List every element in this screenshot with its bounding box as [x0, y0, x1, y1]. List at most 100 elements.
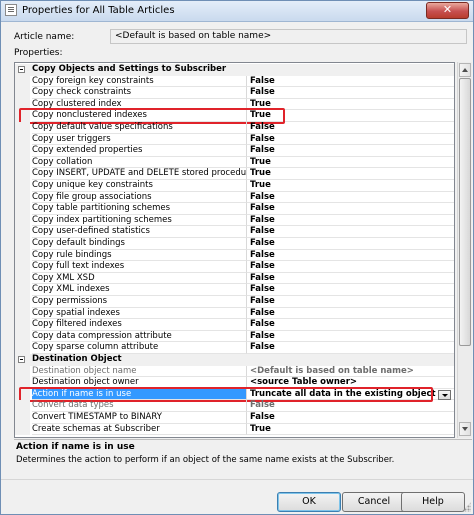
property-value[interactable]: False [247, 261, 454, 273]
property-value[interactable]: False [247, 238, 454, 250]
property-row[interactable]: Copy XML indexes False [15, 284, 454, 296]
article-name-field[interactable]: <Default is based on table name> [110, 29, 467, 44]
ok-button[interactable]: OK [277, 492, 341, 512]
property-name[interactable]: Copy rule bindings [32, 249, 247, 262]
property-row[interactable]: Copy sparse column attribute False [15, 342, 454, 354]
close-button[interactable]: ✕ [426, 2, 469, 19]
property-row[interactable]: Copy full text indexes False [15, 261, 454, 273]
property-row[interactable]: Copy file group associations False [15, 191, 454, 204]
property-value[interactable]: False [247, 122, 454, 134]
property-name[interactable]: Copy collation [32, 156, 247, 169]
property-name[interactable]: Copy foreign key constraints [32, 75, 247, 88]
property-value[interactable]: False [247, 319, 454, 331]
property-name[interactable]: Copy permissions [32, 296, 247, 308]
property-row[interactable]: Create schemas at Subscriber True [15, 423, 454, 436]
help-button[interactable]: Help [401, 492, 465, 512]
row-margin [15, 272, 30, 285]
property-value[interactable]: False [247, 76, 454, 88]
property-name[interactable]: Copy extended properties [32, 145, 247, 157]
property-value[interactable]: False [247, 226, 454, 238]
scroll-thumb[interactable] [459, 78, 471, 346]
scroll-up-arrow-icon[interactable] [459, 63, 471, 77]
property-name[interactable]: Copy INSERT, UPDATE and DELETE stored pr… [32, 168, 247, 180]
property-value[interactable]: False [247, 134, 454, 146]
property-value[interactable]: False [247, 250, 454, 262]
property-row[interactable]: Copy unique key constraints True [15, 180, 454, 192]
property-name[interactable]: Copy unique key constraints [32, 180, 247, 192]
property-name[interactable]: Convert TIMESTAMP to BINARY [32, 412, 247, 424]
property-value[interactable]: False [247, 203, 454, 215]
property-row[interactable]: Copy user triggers False [15, 133, 454, 146]
property-row[interactable]: Copy check constraints False [15, 87, 454, 99]
row-margin [15, 203, 30, 215]
property-name[interactable]: Copy index partitioning schemes [32, 214, 247, 227]
property-row[interactable]: Copy foreign key constraints False [15, 75, 454, 88]
property-row[interactable]: Copy user-defined statistics False [15, 226, 454, 238]
collapse-icon[interactable] [18, 356, 25, 363]
property-row[interactable]: Copy permissions False [15, 296, 454, 308]
property-row[interactable]: Copy collation True [15, 156, 454, 169]
property-value[interactable]: False [247, 296, 454, 308]
title-bar[interactable]: Properties for All Table Articles ✕ [1, 1, 473, 22]
property-value[interactable]: False [247, 308, 454, 320]
property-row[interactable]: Copy XML XSD False [15, 272, 454, 285]
property-name[interactable]: Copy full text indexes [32, 261, 247, 273]
property-value[interactable]: False [247, 215, 454, 227]
property-row[interactable]: Destination object name <Default is based… [15, 365, 454, 378]
property-row[interactable]: Copy table partitioning schemes False [15, 203, 454, 215]
category-row[interactable]: Copy Objects and Settings to Subscriber [15, 64, 454, 76]
property-grid[interactable]: Copy Objects and Settings to Subscriber C… [14, 62, 455, 438]
property-name[interactable]: Destination object name [32, 365, 247, 378]
property-value[interactable]: True [247, 157, 454, 169]
property-row[interactable]: Convert data types False [15, 400, 454, 412]
property-value[interactable]: False [247, 273, 454, 285]
property-value[interactable]: True [247, 168, 454, 180]
property-row[interactable]: Copy data compression attribute False [15, 330, 454, 343]
property-name[interactable]: Copy spatial indexes [32, 307, 247, 320]
property-row[interactable]: Copy index partitioning schemes False [15, 214, 454, 227]
property-value[interactable]: False [247, 87, 454, 99]
property-name[interactable]: Copy default bindings [32, 238, 247, 250]
row-margin [15, 191, 30, 204]
property-name[interactable]: Copy default value specifications [32, 122, 247, 134]
row-margin [15, 261, 30, 273]
property-name[interactable]: Copy data compression attribute [32, 330, 247, 343]
property-value[interactable]: True [247, 180, 454, 192]
collapse-icon[interactable] [18, 66, 25, 73]
property-name[interactable]: Copy user triggers [32, 133, 247, 146]
dropdown-arrow-icon[interactable] [438, 389, 451, 400]
scroll-down-arrow-icon[interactable] [459, 422, 471, 436]
property-name[interactable]: Copy sparse column attribute [32, 342, 247, 354]
row-margin [15, 330, 30, 343]
property-value[interactable]: False [247, 400, 454, 412]
property-name[interactable]: Copy file group associations [32, 191, 247, 204]
property-name[interactable]: Copy XML indexes [32, 284, 247, 296]
property-row[interactable]: Copy INSERT, UPDATE and DELETE stored pr… [15, 168, 454, 180]
property-row[interactable]: Copy default value specifications False [15, 122, 454, 134]
property-name[interactable]: Copy filtered indexes [32, 319, 247, 331]
property-name[interactable]: Convert data types [32, 400, 247, 412]
row-margin [15, 342, 30, 354]
cancel-button[interactable]: Cancel [342, 492, 406, 512]
property-value[interactable]: <Default is based on table name> [247, 366, 454, 378]
property-row[interactable]: Copy spatial indexes False [15, 307, 454, 320]
property-row[interactable]: Copy filtered indexes False [15, 319, 454, 331]
property-name[interactable]: Copy table partitioning schemes [32, 203, 247, 215]
property-name[interactable]: Copy user-defined statistics [32, 226, 247, 238]
category-row[interactable]: Destination Object [15, 354, 454, 366]
property-value[interactable]: False [247, 342, 454, 354]
property-row[interactable]: Convert TIMESTAMP to BINARY False [15, 412, 454, 424]
property-value[interactable]: False [247, 284, 454, 296]
property-name[interactable]: Create schemas at Subscriber [32, 423, 247, 436]
property-row[interactable]: Copy extended properties False [15, 145, 454, 157]
property-value[interactable]: False [247, 412, 454, 424]
property-name[interactable]: Copy check constraints [32, 87, 247, 99]
property-value[interactable]: False [247, 145, 454, 157]
property-value[interactable]: False [247, 192, 454, 204]
property-value[interactable]: True [247, 424, 454, 436]
property-name[interactable]: Copy XML XSD [32, 272, 247, 285]
property-row[interactable]: Copy rule bindings False [15, 249, 454, 262]
property-grid-scrollbar[interactable] [457, 62, 472, 438]
property-row[interactable]: Copy default bindings False [15, 238, 454, 250]
property-value[interactable]: False [247, 331, 454, 343]
